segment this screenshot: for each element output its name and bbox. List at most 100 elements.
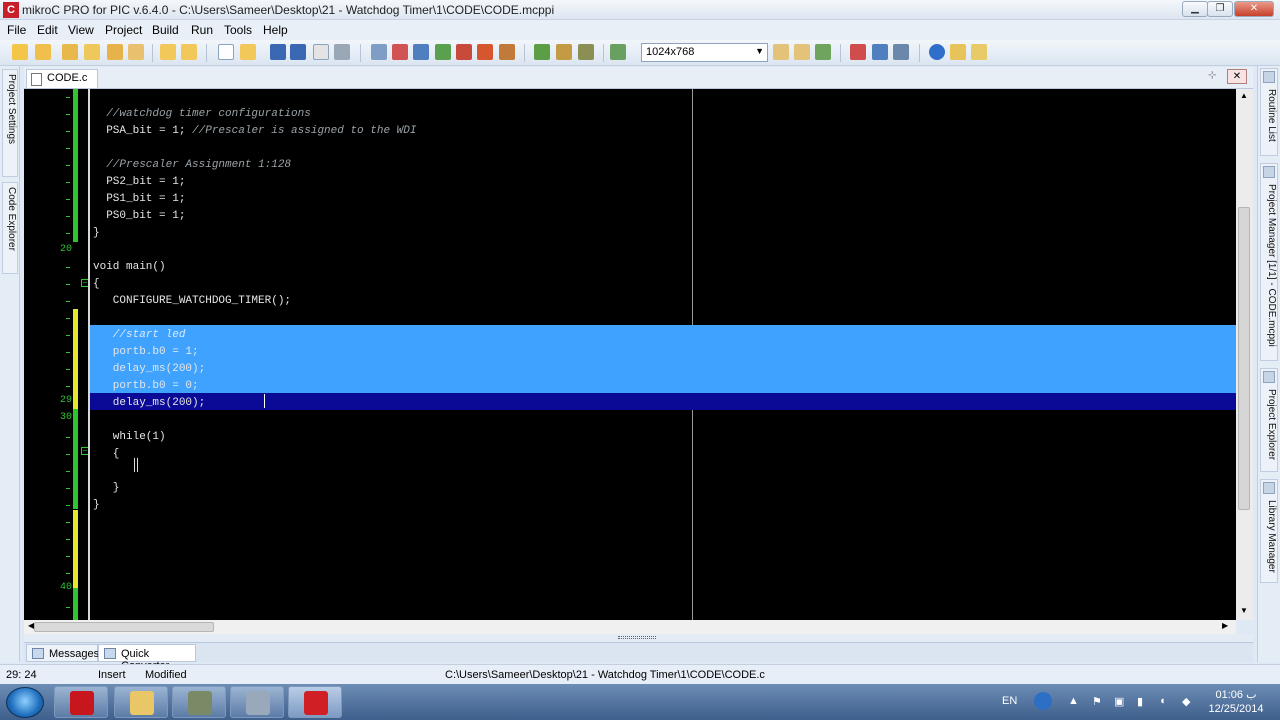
- clock[interactable]: 01:06 ب 12/25/2014: [1208, 688, 1264, 716]
- new-file-icon[interactable]: [218, 44, 234, 60]
- taskbar-tool[interactable]: [230, 686, 284, 718]
- close-button[interactable]: ✕: [1234, 1, 1274, 17]
- selection-highlight: [90, 342, 1236, 359]
- layout-save-icon[interactable]: [794, 44, 810, 60]
- tab-library-manager[interactable]: Library Manager: [1260, 479, 1278, 583]
- indent-icon[interactable]: [413, 44, 429, 60]
- build-all-icon[interactable]: [556, 44, 572, 60]
- layout-icon[interactable]: [773, 44, 789, 60]
- line-number-40: 40: [59, 582, 72, 593]
- project-files-icon[interactable]: [128, 44, 144, 60]
- code-editor[interactable]: 20 29 30 40 − − //watchdog timer configu…: [24, 89, 1253, 620]
- show-hidden-icon[interactable]: ▲: [1068, 695, 1079, 707]
- drive-icon[interactable]: ◆: [1182, 695, 1190, 708]
- list-icon: [1263, 71, 1275, 83]
- scroll-down-icon[interactable]: ▼: [1240, 606, 1248, 615]
- menu-edit[interactable]: Edit: [37, 23, 58, 37]
- save-project-icon[interactable]: [62, 44, 78, 60]
- minimize-button[interactable]: ▁: [1182, 1, 1208, 17]
- close-project-icon[interactable]: [84, 44, 100, 60]
- mikroc-logo-icon[interactable]: C: [3, 2, 19, 18]
- change-marker-saved: [73, 588, 78, 620]
- open-file-icon[interactable]: [240, 44, 256, 60]
- open-project-icon[interactable]: [35, 44, 51, 60]
- close-tab-icon[interactable]: ✕: [1227, 69, 1247, 84]
- tab-project-settings[interactable]: Project Settings: [2, 69, 18, 177]
- usart-terminal-icon[interactable]: [850, 44, 866, 60]
- replace-icon[interactable]: [499, 44, 515, 60]
- build-icon[interactable]: [534, 44, 550, 60]
- menu-tools[interactable]: Tools: [224, 23, 252, 37]
- remove-file-icon[interactable]: [181, 44, 197, 60]
- comment-icon[interactable]: [371, 44, 387, 60]
- tab-project-manager[interactable]: Project Manager [1/1] - CODE.mcppi: [1260, 163, 1278, 361]
- taskbar-explorer[interactable]: [114, 686, 168, 718]
- save-all-icon[interactable]: [290, 44, 306, 60]
- splitter-grip-icon: [618, 636, 656, 639]
- modified-state: Modified: [145, 669, 187, 681]
- resolution-select[interactable]: 1024x768 ▼: [641, 43, 768, 62]
- maximize-button[interactable]: ❐: [1207, 1, 1233, 17]
- clock-date: 12/25/2014: [1208, 703, 1264, 715]
- menu-view[interactable]: View: [68, 23, 94, 37]
- scrollbar-thumb[interactable]: [34, 622, 214, 632]
- debug-icon[interactable]: [610, 44, 626, 60]
- volume-icon[interactable]: ◖: [1159, 695, 1166, 707]
- layout-restore-icon[interactable]: [815, 44, 831, 60]
- seven-segment-icon[interactable]: [893, 44, 909, 60]
- add-file-icon[interactable]: [160, 44, 176, 60]
- taskbar-acrobat[interactable]: [54, 686, 108, 718]
- program-icon[interactable]: [578, 44, 594, 60]
- horizontal-scrollbar[interactable]: ◀ ▶: [24, 620, 1236, 634]
- lightbulb-icon[interactable]: [950, 44, 966, 60]
- language-indicator[interactable]: EN: [1002, 695, 1017, 707]
- code-line: portb.b0 = 1;: [93, 346, 199, 358]
- tab-code-explorer[interactable]: Code Explorer: [2, 182, 18, 274]
- save-icon[interactable]: [270, 44, 286, 60]
- outdent-icon[interactable]: [435, 44, 451, 60]
- info-icon[interactable]: [1034, 692, 1052, 710]
- code-line: delay_ms(200);: [93, 363, 206, 375]
- current-line-highlight: [90, 393, 1236, 410]
- tab-messages[interactable]: Messages: [26, 644, 99, 662]
- menu-file[interactable]: File: [7, 23, 26, 37]
- flag-icon[interactable]: ⚑: [1092, 695, 1102, 708]
- project-settings-icon[interactable]: [107, 44, 123, 60]
- pane-splitter[interactable]: [24, 634, 1253, 642]
- tab-code-c[interactable]: CODE.c: [26, 69, 98, 88]
- ascii-chart-icon[interactable]: [872, 44, 888, 60]
- menu-build[interactable]: Build: [152, 23, 179, 37]
- help-icon[interactable]: [929, 44, 945, 60]
- device-icon[interactable]: ▣: [1114, 695, 1124, 708]
- uncomment-icon[interactable]: [392, 44, 408, 60]
- scrollbar-thumb[interactable]: [1238, 207, 1250, 510]
- document-tab-bar: CODE.c ⊹ ✕: [24, 67, 1253, 89]
- mikroc-icon: [304, 691, 328, 715]
- scroll-right-icon[interactable]: ▶: [1222, 621, 1228, 630]
- menu-run[interactable]: Run: [191, 23, 213, 37]
- find-icon[interactable]: [456, 44, 472, 60]
- converter-icon: [104, 648, 116, 659]
- scroll-up-icon[interactable]: ▲: [1240, 91, 1248, 100]
- tab-project-explorer[interactable]: Project Explorer: [1260, 368, 1278, 472]
- code-line: portb.b0 = 0;: [93, 380, 199, 392]
- menu-project[interactable]: Project: [105, 23, 142, 37]
- search-icon: [1263, 371, 1275, 383]
- tips-icon[interactable]: [971, 44, 987, 60]
- close-file-icon[interactable]: [313, 44, 329, 60]
- pin-icon[interactable]: ⊹: [1208, 70, 1216, 81]
- file-path: C:\Users\Sameer\Desktop\21 - Watchdog Ti…: [445, 669, 765, 681]
- vertical-scrollbar[interactable]: ▲ ▼: [1236, 89, 1253, 620]
- network-icon[interactable]: ▮: [1137, 695, 1143, 708]
- tab-routine-list[interactable]: Routine List: [1260, 68, 1278, 156]
- tab-quick-converter[interactable]: Quick Converter: [98, 644, 196, 672]
- taskbar-app[interactable]: [172, 686, 226, 718]
- taskbar-mikroc[interactable]: [288, 686, 342, 718]
- selection-highlight: [90, 376, 1236, 393]
- new-project-icon[interactable]: [12, 44, 28, 60]
- window-title: mikroC PRO for PIC v.6.4.0 - C:\Users\Sa…: [22, 3, 555, 17]
- find-next-icon[interactable]: [477, 44, 493, 60]
- start-button[interactable]: [6, 687, 44, 718]
- print-icon[interactable]: [334, 44, 350, 60]
- menu-help[interactable]: Help: [263, 23, 288, 37]
